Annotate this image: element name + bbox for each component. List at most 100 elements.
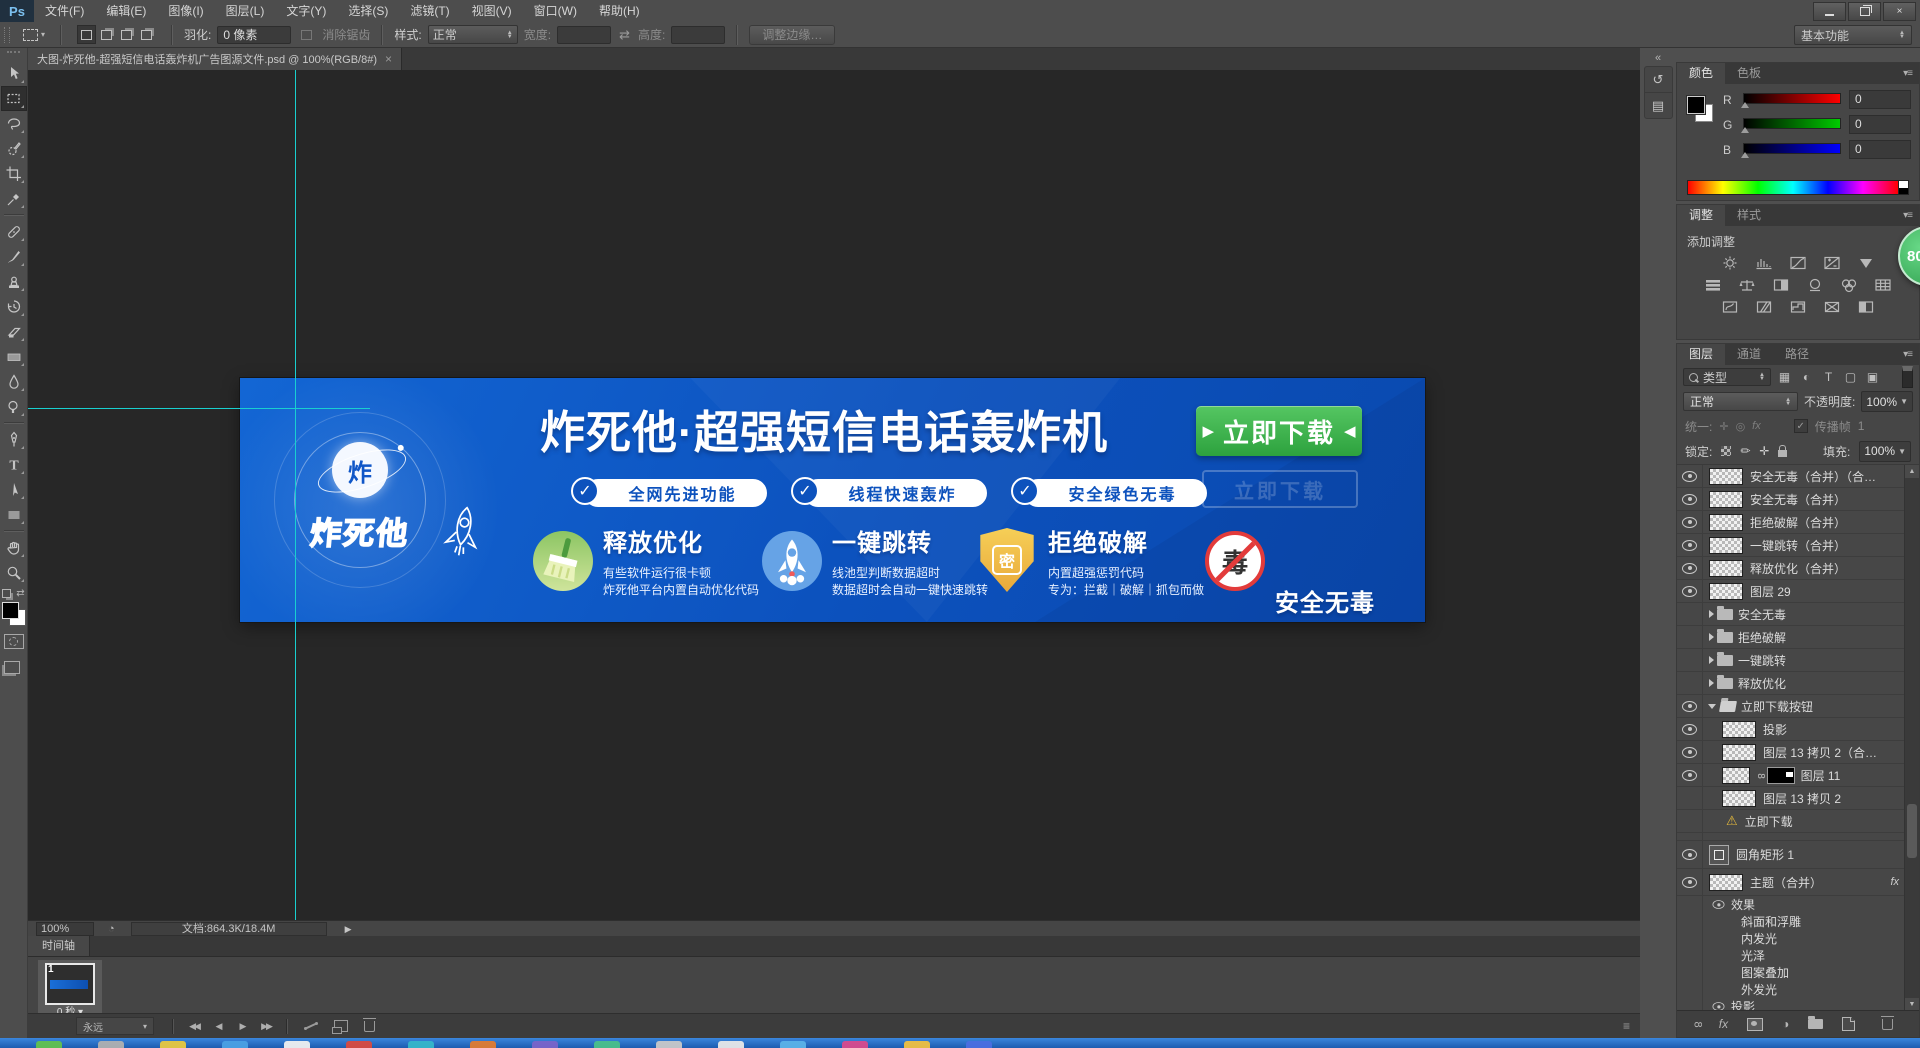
eye-toggle-empty[interactable] — [1677, 896, 1703, 913]
layer-thumbnail[interactable] — [1709, 514, 1743, 531]
intersect-selection-button[interactable] — [137, 25, 156, 44]
filter-smart-object-icon[interactable]: ▣ — [1864, 370, 1881, 384]
refine-edge-button[interactable]: 调整边缘… — [749, 25, 835, 45]
panel-menu-icon[interactable]: ▾≡ — [1903, 210, 1912, 221]
taskbar-app-hint-9[interactable] — [594, 1041, 620, 1048]
layer-thumbnail[interactable] — [1722, 721, 1756, 738]
workspace-switcher[interactable]: 基本功能 ▲▼ — [1794, 25, 1912, 45]
document-tab[interactable]: 大图-炸死他-超强短信电话轰炸机广告图源文件.psd @ 100%(RGB/8#… — [28, 48, 402, 70]
filter-type-layers-icon[interactable]: T — [1820, 370, 1837, 384]
layer-effect-row[interactable]: 斜面和浮雕 — [1677, 913, 1905, 930]
eye-icon[interactable] — [1682, 494, 1697, 505]
taskbar-app-hint-15[interactable] — [966, 1041, 992, 1048]
photo-filter-icon[interactable] — [1803, 276, 1827, 294]
zoom-level-input[interactable]: 100% — [36, 922, 94, 936]
layers-scrollbar[interactable]: ▲ ▼ — [1904, 465, 1919, 1011]
layer-group-row[interactable]: 安全无毒 — [1677, 603, 1905, 626]
layer-row[interactable]: 拒绝破解（合并） — [1677, 511, 1905, 534]
eye-toggle-empty[interactable] — [1677, 964, 1703, 981]
eraser-tool[interactable] — [1, 319, 27, 344]
move-tool[interactable] — [1, 61, 27, 86]
layer-group-row[interactable]: 一键跳转 — [1677, 649, 1905, 672]
expand-triangle-icon[interactable] — [1709, 679, 1714, 687]
swap-colors-icon[interactable]: ⇄ — [16, 588, 24, 599]
blur-tool[interactable] — [1, 369, 27, 394]
new-group-icon[interactable] — [1808, 1019, 1823, 1029]
black-white-wells[interactable] — [1899, 180, 1909, 195]
layer-thumbnail[interactable] — [1709, 537, 1743, 554]
layer-thumbnail[interactable] — [1709, 560, 1743, 577]
layer-row[interactable]: 图层 13 拷贝 2（合… — [1677, 741, 1905, 764]
animation-frame[interactable]: 1 0 秒 ▾ — [38, 960, 102, 1020]
tab-swatches[interactable]: 色板 — [1725, 63, 1773, 84]
add-mask-icon[interactable] — [1747, 1018, 1763, 1031]
add-selection-button[interactable] — [97, 25, 116, 44]
expand-triangle-icon[interactable] — [1708, 704, 1716, 709]
red-value-input[interactable]: 0 — [1849, 90, 1911, 109]
layer-thumbnail[interactable] — [1709, 874, 1743, 891]
menu-item-1[interactable]: 编辑(E) — [95, 0, 157, 22]
status-options-arrow-icon[interactable]: ▶ — [345, 924, 352, 935]
eye-toggle-empty[interactable] — [1677, 787, 1703, 809]
filter-adjustment-layers-icon[interactable]: ◐ — [1798, 370, 1815, 384]
expand-triangle-icon[interactable] — [1709, 656, 1714, 664]
crop-tool[interactable] — [1, 161, 27, 186]
expand-dock-icon[interactable]: « — [1640, 52, 1676, 64]
new-adjustment-layer-icon[interactable]: ◑ — [1782, 1017, 1789, 1031]
lasso-tool[interactable] — [1, 111, 27, 136]
layer-effect-row[interactable]: 图案叠加 — [1677, 964, 1905, 981]
red-slider[interactable] — [1743, 93, 1841, 107]
rectangle-tool[interactable] — [1, 502, 27, 527]
blend-mode-select[interactable]: 正常 ▲▼ — [1683, 392, 1798, 411]
layer-row[interactable]: 图层 29 — [1677, 580, 1905, 603]
eye-icon[interactable] — [1682, 517, 1697, 528]
menu-item-9[interactable]: 帮助(H) — [588, 0, 651, 22]
tab-adjustments[interactable]: 调整 — [1677, 205, 1725, 226]
selective-color-icon[interactable] — [1854, 298, 1878, 316]
menu-item-5[interactable]: 选择(S) — [337, 0, 399, 22]
screen-mode-button[interactable] — [4, 661, 20, 674]
brush-tool[interactable] — [1, 244, 27, 269]
history-brush-tool[interactable] — [1, 294, 27, 319]
curves-icon[interactable] — [1786, 254, 1810, 272]
layer-thumbnail[interactable] — [1709, 491, 1743, 508]
eye-toggle[interactable] — [1677, 488, 1703, 510]
antialias-checkbox[interactable] — [297, 25, 316, 44]
eye-toggle[interactable] — [1677, 465, 1703, 487]
menu-item-6[interactable]: 滤镜(T) — [399, 0, 460, 22]
height-input[interactable] — [671, 26, 725, 44]
restore-button[interactable] — [1848, 2, 1881, 21]
color-spectrum-ramp[interactable] — [1687, 180, 1899, 195]
eye-toggle-empty[interactable] — [1677, 981, 1703, 998]
shape-thumbnail[interactable] — [1709, 845, 1729, 865]
eye-toggle[interactable] — [1677, 695, 1703, 717]
hand-tool[interactable] — [1, 535, 27, 560]
green-slider[interactable] — [1743, 118, 1841, 132]
gradient-tool[interactable] — [1, 344, 27, 369]
threshold-icon[interactable] — [1786, 298, 1810, 316]
panel-menu-icon[interactable]: ▾≡ — [1903, 349, 1912, 360]
layer-style-icon[interactable]: fx — [1719, 1017, 1728, 1031]
filter-image-layers-icon[interactable]: ▦ — [1776, 370, 1793, 384]
layer-row[interactable]: 释放优化（合并） — [1677, 557, 1905, 580]
history-panel-icon[interactable]: ↺ — [1645, 67, 1672, 92]
quick-mask-button[interactable] — [4, 634, 24, 649]
layer-row[interactable]: 8图层 11 — [1677, 764, 1905, 787]
tab-paths[interactable]: 路径 — [1773, 344, 1821, 365]
close-tab-icon[interactable]: × — [385, 52, 392, 66]
eye-toggle[interactable] — [1677, 557, 1703, 579]
layer-thumbnail[interactable] — [1722, 744, 1756, 761]
green-value-input[interactable]: 0 — [1849, 115, 1911, 134]
eye-toggle-empty[interactable] — [1677, 626, 1703, 648]
menu-item-8[interactable]: 窗口(W) — [523, 0, 588, 22]
layer-mask-thumbnail[interactable] — [1767, 767, 1795, 784]
posterize-icon[interactable] — [1752, 298, 1776, 316]
path-selection-tool[interactable] — [1, 477, 27, 502]
lock-transparency-icon[interactable] — [1721, 446, 1731, 456]
taskbar-app-hint-7[interactable] — [470, 1041, 496, 1048]
eye-toggle[interactable] — [1677, 580, 1703, 602]
blue-value-input[interactable]: 0 — [1849, 140, 1911, 159]
filter-on-off-switch[interactable] — [1902, 366, 1913, 388]
layer-group-row[interactable]: 拒绝破解 — [1677, 626, 1905, 649]
taskbar-app-hint-11[interactable] — [718, 1041, 744, 1048]
